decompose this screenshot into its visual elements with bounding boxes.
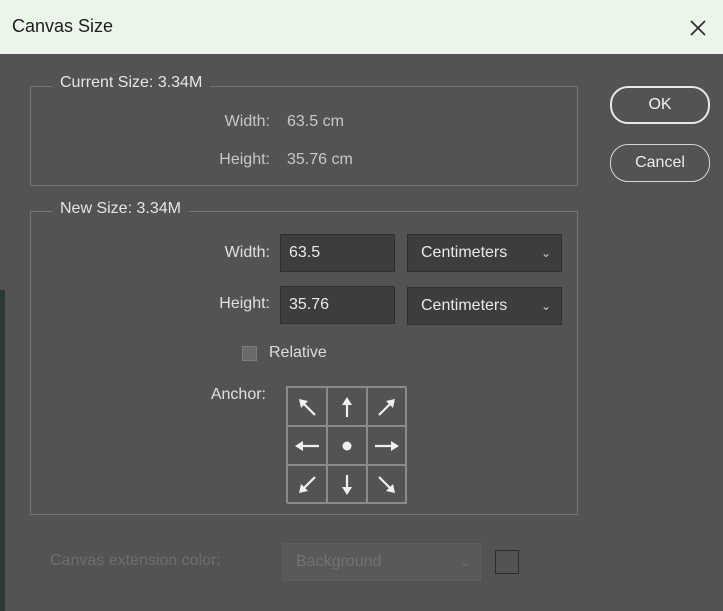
current-size-group	[30, 86, 578, 186]
anchor-top-left[interactable]	[287, 387, 327, 426]
arrow-up-right-icon	[378, 398, 395, 416]
close-button[interactable]	[680, 10, 716, 46]
anchor-left[interactable]	[287, 426, 327, 465]
width-unit-select[interactable]: Centimeters ⌄	[407, 234, 562, 272]
anchor-bottom-right[interactable]	[367, 465, 407, 504]
arrow-down-left-icon	[299, 475, 316, 493]
chevron-down-icon: ⌄	[540, 246, 551, 260]
background-edge	[0, 290, 5, 611]
height-unit-select[interactable]: Centimeters ⌄	[407, 287, 562, 325]
anchor-center[interactable]	[327, 426, 367, 465]
anchor-bottom-left[interactable]	[287, 465, 327, 504]
extension-color-select[interactable]: Background ⌄	[282, 543, 481, 581]
anchor-top-right[interactable]	[367, 387, 407, 426]
height-unit-value: Centimeters	[421, 297, 508, 314]
close-icon	[690, 20, 706, 36]
new-height-label: Height:	[219, 295, 270, 312]
new-size-legend: New Size: 3.34M	[52, 200, 189, 218]
anchor-right[interactable]	[367, 426, 407, 465]
extension-color-swatch[interactable]	[495, 550, 519, 574]
cancel-button[interactable]: Cancel	[610, 144, 710, 182]
anchor-top[interactable]	[327, 387, 367, 426]
arrow-left-icon	[295, 440, 319, 451]
arrow-down-icon	[342, 474, 352, 495]
anchor-center-dot-icon	[342, 441, 352, 450]
width-unit-value: Centimeters	[421, 244, 508, 261]
chevron-down-icon: ⌄	[540, 299, 551, 313]
current-height-value: 35.76 cm	[287, 151, 353, 168]
arrow-down-right-icon	[378, 475, 395, 493]
extension-color-value: Background	[296, 553, 382, 570]
chevron-down-icon: ⌄	[459, 555, 470, 569]
arrow-up-icon	[342, 396, 352, 417]
ok-button[interactable]: OK	[610, 86, 710, 124]
current-width-value: 63.5 cm	[287, 113, 344, 130]
current-size-legend: Current Size: 3.34M	[52, 74, 211, 92]
current-width-label: Width:	[224, 113, 270, 130]
anchor-grid	[286, 386, 407, 504]
new-width-label: Width:	[224, 244, 270, 261]
window-title: Canvas Size	[12, 16, 114, 36]
anchor-bottom[interactable]	[327, 465, 367, 504]
arrow-right-icon	[375, 440, 399, 451]
anchor-label: Anchor:	[210, 386, 266, 403]
relative-label[interactable]: Relative	[269, 344, 327, 362]
arrow-up-left-icon	[299, 398, 316, 416]
height-input[interactable]: 35.76	[280, 286, 395, 324]
relative-checkbox[interactable]	[242, 346, 257, 361]
extension-color-label: Canvas extension color:	[50, 552, 221, 569]
width-input[interactable]: 63.5	[280, 234, 395, 272]
current-height-label: Height:	[219, 151, 270, 168]
title-bar: Canvas Size	[0, 0, 723, 54]
